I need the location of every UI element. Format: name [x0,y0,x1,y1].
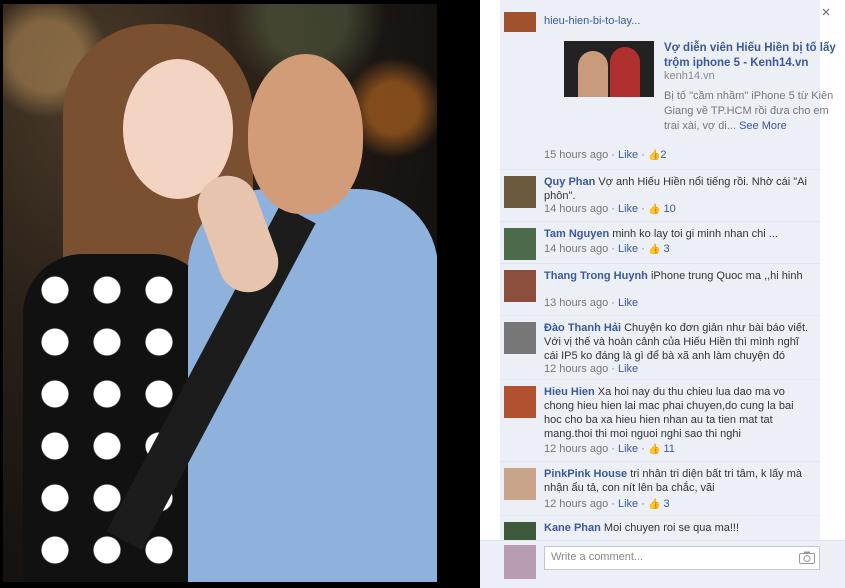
thumbs-up-icon: 👍 [647,499,661,510]
comment-body: Đào Thanh Hải Chuyện ko đơn giản như bài… [544,321,814,363]
like-link[interactable]: Like [618,149,638,161]
comment-body: Hieu Hien Xa hoi nay du thu chieu lua da… [544,385,814,441]
comment-author[interactable]: Hieu Hien [544,386,595,398]
comment-meta: 12 hours ago · Like · 👍 3 [544,498,670,510]
like-link[interactable]: Like [618,443,638,455]
comment-body: Quy Phan Vợ anh Hiếu Hiền nổi tiếng rồi.… [544,175,814,203]
avatar[interactable] [504,322,536,354]
comment-author[interactable]: Kane Phan [544,522,601,534]
comment-panel: × hieu-hien-bi-to-lay... Vợ diễn viên Hi… [480,0,845,588]
thumbs-up-icon: 👍 [647,204,661,215]
comment-author[interactable]: Thang Trong Huynh [544,270,648,282]
comment-text: minh ko lay toi gi minh nhan chi ... [612,228,778,240]
camera-icon[interactable] [799,551,815,565]
comment-author[interactable]: Tam Nguyen [544,228,609,240]
shared-link-source: kenh14.vn [664,70,715,82]
comment-body: PinkPink House tri nhân tri diện bất tri… [544,467,814,495]
avatar[interactable] [504,228,536,260]
comment-author[interactable]: Quy Phan [544,176,595,188]
like-link[interactable]: Like [618,363,638,375]
comment-item: Tam Nguyen minh ko lay toi gi minh nhan … [500,222,820,264]
avatar [504,12,536,32]
see-more-link[interactable]: See More [739,120,787,132]
comment-author[interactable]: Đào Thanh Hải [544,322,621,334]
comment-item: Đào Thanh Hải Chuyện ko đơn giản như bài… [500,316,820,380]
avatar[interactable] [504,386,536,418]
like-count[interactable]: 👍 11 [648,443,675,455]
comment-text: Moi chuyen roi se qua ma!!! [603,522,740,534]
like-link[interactable]: Like [618,498,638,510]
shared-link-thumbnail[interactable] [564,41,654,97]
avatar[interactable] [504,468,536,500]
avatar[interactable] [504,176,536,208]
comment-item: Thang Trong Huynh iPhone trung Quoc ma ,… [500,264,820,316]
thumbs-up-icon: 👍 [647,444,661,455]
like-count[interactable]: 👍 10 [648,203,676,215]
thumbs-up-icon: 👍 [647,244,661,255]
shared-link-card[interactable]: Vợ diễn viên Hiếu Hiền bị tố lấy trộm ip… [544,38,836,138]
comment-item: PinkPink House tri nhân tri diện bất tri… [500,462,820,516]
photo[interactable] [3,4,437,582]
shared-link-description: Bị tố "cầm nhầm" iPhone 5 từ Kiên Giang … [664,90,834,132]
comment-meta: 12 hours ago · Like [544,363,639,375]
shared-url-text[interactable]: hieu-hien-bi-to-lay... [544,14,814,28]
comment-meta: 14 hours ago · Like · 👍 3 [544,243,670,255]
thumbs-up-icon: 👍 [647,150,661,161]
like-link[interactable]: Like [618,297,638,309]
avatar[interactable] [504,270,536,302]
comment-meta: 15 hours ago · Like · 👍2 [544,149,667,161]
comment-text: iPhone trung Quoc ma ,,hi hinh [650,270,803,282]
man-head [248,54,363,214]
comment-author[interactable]: PinkPink House [544,468,627,480]
comment-item: Quy Phan Vợ anh Hiếu Hiền nổi tiếng rồi.… [500,170,820,222]
comment-body: Thang Trong Huynh iPhone trung Quoc ma ,… [544,269,814,283]
comment-time: 15 hours ago [544,149,609,161]
like-count[interactable]: 👍 3 [648,243,670,255]
avatar [504,545,536,579]
camera-icon-svg [799,551,815,564]
close-icon[interactable]: × [819,5,833,20]
comment-meta: 12 hours ago · Like · 👍 11 [544,443,675,455]
comment-body: Kane Phan Moi chuyen roi se qua ma!!! [544,521,814,535]
comment-meta: 14 hours ago · Like · 👍 10 [544,203,676,215]
like-count[interactable]: 👍2 [648,149,667,161]
like-link[interactable]: Like [618,203,638,215]
shared-link-comment: hieu-hien-bi-to-lay... Vợ diễn viên Hiếu… [500,0,836,170]
comment-input[interactable]: Write a comment... [544,546,820,570]
comment-body: Tam Nguyen minh ko lay toi gi minh nhan … [544,227,814,241]
comment-composer: Write a comment... [480,540,845,588]
shared-link-title[interactable]: Vợ diễn viên Hiếu Hiền bị tố lấy trộm ip… [664,41,840,71]
comment-item: Hieu Hien Xa hoi nay du thu chieu lua da… [500,380,820,462]
photo-stage [0,0,480,588]
comment-meta: 13 hours ago · Like [544,297,639,309]
like-count[interactable]: 👍 3 [648,498,670,510]
like-link[interactable]: Like [618,243,638,255]
